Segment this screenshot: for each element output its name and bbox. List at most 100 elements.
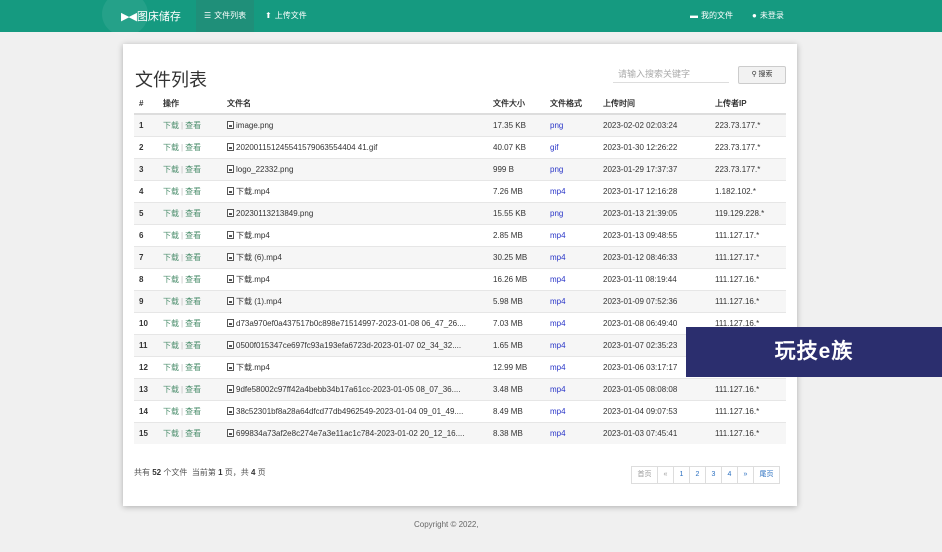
pagination: 首页 « 1 2 3 4 » 尾页 (631, 466, 780, 484)
download-link[interactable]: 下载 (163, 341, 179, 350)
table-row: 15 下载 | 查看 699834a73af2e8c274e7a3e11ac1c784-… (134, 421, 786, 444)
table-row: 3 下载 | 查看 logo_22332.png 999 Bpng 2023-01-29 1… (134, 157, 786, 180)
page-4-button[interactable]: 4 (721, 466, 738, 484)
view-link[interactable]: 查看 (185, 363, 201, 372)
view-link[interactable]: 查看 (185, 165, 201, 174)
table-row: 9 下载 | 查看 下载 (1).mp4 5.98 MB mp4 2023-01-09 07:… (134, 289, 786, 312)
file-format: mp4 (545, 399, 598, 422)
file-name-cell: 38c52301bf8a28a64dfcd77db4962549-2023-01… (222, 399, 488, 422)
file-name: 9dfe58002c97ff42a4bebb34b17a61cc-2023-01… (236, 384, 461, 394)
row-number: 15 (134, 421, 158, 444)
row-actions: 下载 | 查看 (158, 245, 222, 268)
search-button[interactable]: ⚲ 搜索 (738, 66, 786, 84)
view-link[interactable]: 查看 (185, 209, 201, 218)
action-separator: | (181, 318, 184, 328)
search-button-label: 搜索 (758, 71, 773, 78)
page-first-button[interactable]: 首页 (631, 466, 658, 484)
file-table: # 操作 文件名 文件大小 文件格式 上传时间 上传者IP 1 下载 | 查看 imag… (134, 93, 786, 444)
download-link[interactable]: 下载 (163, 385, 179, 394)
row-number: 4 (134, 179, 158, 202)
download-link[interactable]: 下载 (163, 363, 179, 372)
brand[interactable]: ▶◀图床储存 (121, 8, 181, 24)
view-link[interactable]: 查看 (185, 275, 201, 284)
page-last-button[interactable]: 尾页 (753, 466, 780, 484)
row-actions: 下载 | 查看 (158, 289, 222, 312)
page-prev-button[interactable]: « (657, 466, 674, 484)
nav-my-files[interactable]: ▬ 我的文件 (682, 0, 741, 32)
download-link[interactable]: 下载 (163, 165, 179, 174)
page-2-button[interactable]: 2 (689, 466, 706, 484)
row-number: 9 (134, 289, 158, 312)
page-next-button[interactable]: » (737, 466, 754, 484)
file-format: mp4 (545, 333, 598, 356)
nav-upload[interactable]: ⬆ 上传文件 (257, 0, 315, 32)
upload-time: 2023-01-03 07:45:41 (598, 421, 710, 444)
pages-suffix: 页 (257, 468, 266, 477)
download-link[interactable]: 下载 (163, 429, 179, 438)
upload-time: 2023-01-04 09:07:53 (598, 399, 710, 422)
action-separator: | (181, 142, 184, 152)
view-link[interactable]: 查看 (185, 319, 201, 328)
col-header-ip: 上传者IP (710, 93, 786, 115)
file-size: 15.55 KB (488, 201, 545, 224)
view-link[interactable]: 查看 (185, 187, 201, 196)
page-3-button[interactable]: 3 (705, 466, 722, 484)
view-link[interactable]: 查看 (185, 143, 201, 152)
download-link[interactable]: 下载 (163, 231, 179, 240)
upload-time: 2023-01-17 12:16:28 (598, 179, 710, 202)
view-link[interactable]: 查看 (185, 253, 201, 262)
col-header-size: 文件大小 (488, 93, 545, 115)
search-input[interactable] (613, 65, 729, 83)
action-separator: | (181, 208, 184, 218)
file-format: mp4 (545, 223, 598, 246)
download-link[interactable]: 下载 (163, 253, 179, 262)
file-image-icon (227, 142, 234, 151)
file-name-cell: 下载 (1).mp4 (222, 289, 488, 312)
view-link[interactable]: 查看 (185, 231, 201, 240)
view-link[interactable]: 查看 (185, 385, 201, 394)
row-number: 2 (134, 135, 158, 158)
download-link[interactable]: 下载 (163, 407, 179, 416)
file-format: mp4 (545, 421, 598, 444)
nav-file-list[interactable]: ☰ 文件列表 (196, 0, 255, 32)
download-link[interactable]: 下载 (163, 275, 179, 284)
download-link[interactable]: 下载 (163, 121, 179, 130)
table-row: 13 下载 | 查看 9dfe58002c97ff42a4bebb34b17a61cc-… (134, 377, 786, 400)
download-link[interactable]: 下载 (163, 209, 179, 218)
file-name-cell: logo_22332.png (222, 157, 488, 180)
page-1-button[interactable]: 1 (673, 466, 690, 484)
file-image-icon (227, 406, 234, 415)
upload-time: 2023-01-13 21:39:05 (598, 201, 710, 224)
download-link[interactable]: 下载 (163, 319, 179, 328)
download-link[interactable]: 下载 (163, 297, 179, 306)
view-link[interactable]: 查看 (185, 429, 201, 438)
file-name: 202001151245541579063554404 41.gif (236, 142, 378, 152)
file-name: 0500f015347ce697fc93a193efa6723d-2023-01… (236, 340, 462, 350)
list-icon: ☰ (204, 11, 212, 20)
view-link[interactable]: 查看 (185, 297, 201, 306)
nav-login[interactable]: ● 未登录 (744, 0, 792, 32)
download-link[interactable]: 下载 (163, 187, 179, 196)
file-format: png (545, 157, 598, 180)
view-link[interactable]: 查看 (185, 407, 201, 416)
current-page: 1 (218, 468, 223, 477)
upload-time: 2023-01-30 12:26:22 (598, 135, 710, 158)
action-separator: | (181, 164, 184, 174)
file-size: 5.98 MB (488, 289, 545, 312)
file-image-icon (227, 230, 234, 239)
upload-time: 2023-01-13 09:48:55 (598, 223, 710, 246)
file-format: mp4 (545, 311, 598, 334)
action-separator: | (181, 384, 184, 394)
file-format: mp4 (545, 179, 598, 202)
file-format: mp4 (545, 377, 598, 400)
view-link[interactable]: 查看 (185, 341, 201, 350)
file-image-icon (227, 208, 234, 217)
table-row: 14 下载 | 查看 38c52301bf8a28a64dfcd77db4962549-… (134, 399, 786, 422)
table-header-row: # 操作 文件名 文件大小 文件格式 上传时间 上传者IP (134, 93, 786, 115)
file-name: 下载.mp4 (236, 362, 270, 372)
brand-logo-icon: ▶◀ (121, 11, 137, 23)
download-link[interactable]: 下载 (163, 143, 179, 152)
col-header-filename: 文件名 (222, 93, 488, 115)
view-link[interactable]: 查看 (185, 121, 201, 130)
table-row: 8 下载 | 查看 下载.mp4 16.26 MB mp4 2023-01-11 08:19:… (134, 267, 786, 290)
